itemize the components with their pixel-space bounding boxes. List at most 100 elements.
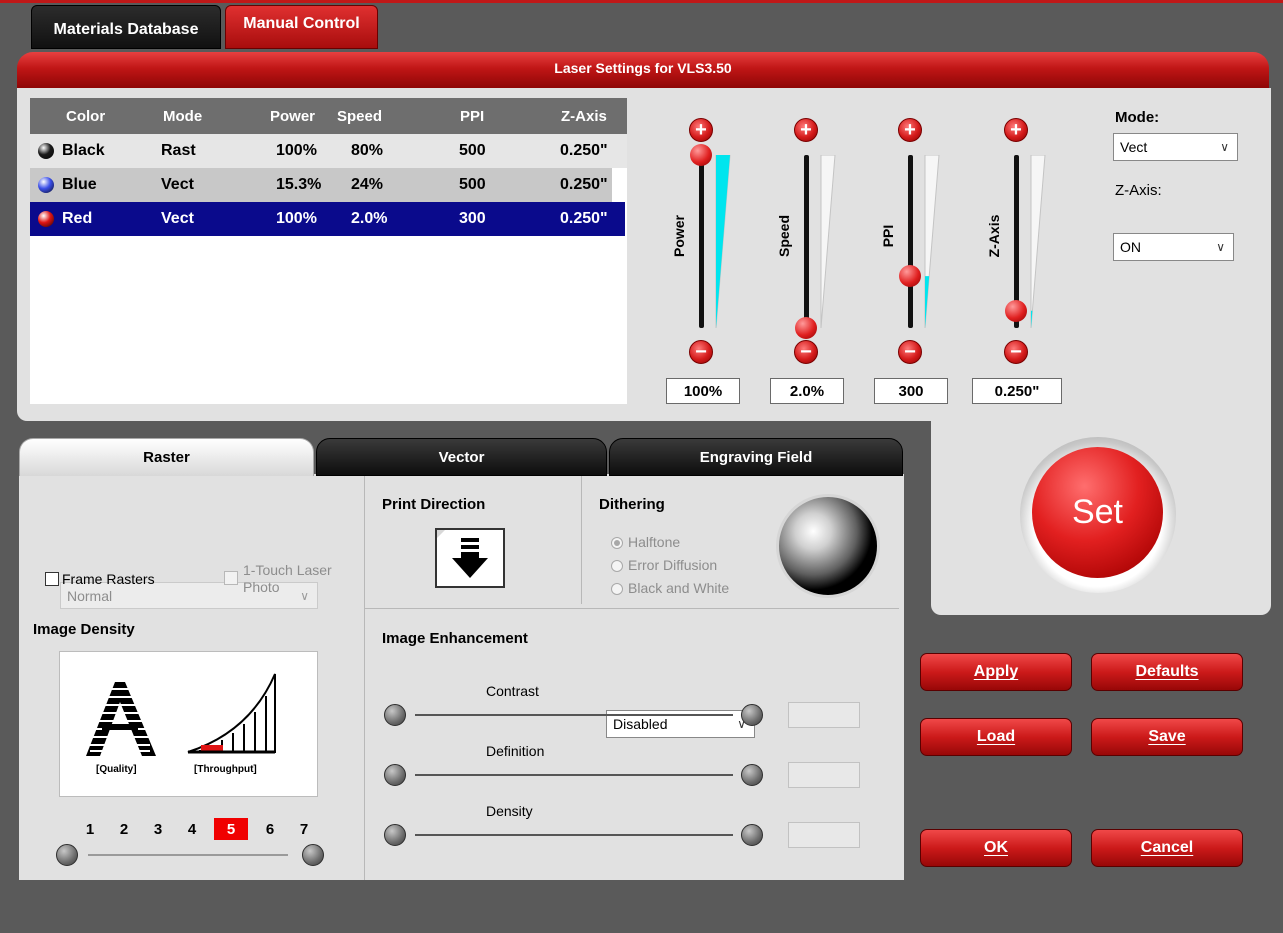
density-step[interactable]: 4	[180, 818, 204, 840]
tab-raster[interactable]: Raster	[19, 438, 314, 476]
power-level-wedge	[715, 154, 731, 333]
color-ball-icon	[38, 143, 54, 159]
load-button[interactable]: Load	[920, 718, 1072, 756]
density-increase-knob[interactable]	[741, 824, 763, 846]
row-speed-cell: 2.0%	[351, 210, 388, 227]
zaxis-slider-knob[interactable]	[1005, 299, 1027, 322]
zaxis-select[interactable]: ON ∨	[1113, 233, 1234, 261]
throughput-label: [Throughput]	[194, 764, 257, 775]
ok-button[interactable]: OK	[920, 829, 1072, 867]
speed-level-indicator	[820, 154, 836, 329]
minus-icon[interactable]: −	[794, 340, 818, 364]
row-color-cell: Black	[38, 134, 105, 168]
mode-select[interactable]: Vect ∨	[1113, 133, 1238, 161]
row-color-cell: Blue	[38, 168, 97, 202]
apply-button[interactable]: Apply	[920, 653, 1072, 691]
density-step[interactable]: 2	[112, 818, 136, 840]
row-color-cell: Red	[38, 202, 92, 236]
power-slider-track[interactable]	[699, 155, 704, 328]
minus-icon[interactable]: −	[1004, 340, 1028, 364]
table-row[interactable]: Red Vect 100% 2.0% 300 0.250"	[30, 202, 625, 236]
image-enhancement-label: Image Enhancement	[382, 630, 528, 647]
power-slider-label: Power	[671, 215, 687, 258]
table-row[interactable]: Blue Vect 15.3% 24% 500 0.250"	[30, 168, 612, 202]
speed-slider-track[interactable]	[804, 155, 809, 328]
dithering-label: Dithering	[599, 496, 665, 513]
tab-materials-database[interactable]: Materials Database	[31, 5, 221, 49]
density-decrease-knob[interactable]	[56, 844, 78, 866]
set-button[interactable]: Set	[1032, 447, 1163, 578]
speed-value-box[interactable]: 2.0%	[770, 378, 844, 404]
density-step[interactable]: 1	[78, 818, 102, 840]
header-mode: Mode	[163, 107, 203, 125]
dithering-option[interactable]: Error Diffusion	[611, 554, 729, 577]
ppi-value-box[interactable]: 300	[874, 378, 948, 404]
header-color: Color	[66, 107, 106, 125]
divider	[364, 476, 365, 880]
raster-type-value: Normal	[67, 587, 113, 604]
save-button[interactable]: Save	[1091, 718, 1243, 756]
row-zaxis-cell: 0.250"	[560, 176, 608, 193]
contrast-label: Contrast	[486, 683, 539, 699]
tab-manual-control[interactable]: Manual Control	[225, 5, 378, 49]
tab-vector[interactable]: Vector	[316, 438, 607, 476]
zaxis-value: ON	[1120, 239, 1141, 255]
contrast-decrease-knob[interactable]	[384, 704, 406, 726]
plus-icon[interactable]: +	[794, 118, 818, 142]
image-enhancement-value: Disabled	[613, 716, 668, 732]
print-direction-button[interactable]	[435, 528, 505, 588]
one-touch-label: 1-Touch Laser Photo	[243, 562, 332, 596]
density-step[interactable]: 7	[292, 818, 316, 840]
minus-icon[interactable]: −	[898, 340, 922, 364]
speed-slider-knob[interactable]	[795, 317, 817, 339]
density-increase-knob[interactable]	[302, 844, 324, 866]
dithering-option[interactable]: Halftone	[611, 531, 729, 554]
dithering-option-label: Error Diffusion	[628, 557, 718, 573]
row-ppi-cell: 500	[459, 176, 486, 193]
contrast-increase-knob[interactable]	[741, 704, 763, 726]
tab-engraving-field[interactable]: Engraving Field	[609, 438, 903, 476]
plus-icon[interactable]: +	[898, 118, 922, 142]
ppi-slider-label: PPI	[880, 224, 896, 248]
one-touch-checkbox[interactable]	[224, 571, 238, 585]
divider	[581, 476, 582, 604]
ppi-slider-knob[interactable]	[899, 265, 921, 288]
minus-icon[interactable]: −	[689, 340, 713, 364]
plus-icon[interactable]: +	[1004, 118, 1028, 142]
row-mode-cell: Vect	[161, 210, 194, 227]
defaults-button[interactable]: Defaults	[1091, 653, 1243, 691]
zaxis-level-wedge	[1030, 154, 1046, 333]
density-step[interactable]: 5	[214, 818, 248, 840]
power-value-box[interactable]: 100%	[666, 378, 740, 404]
density-step[interactable]: 6	[258, 818, 282, 840]
plus-icon[interactable]: +	[689, 118, 713, 142]
dithering-option[interactable]: Black and White	[611, 577, 729, 600]
definition-slider-track[interactable]	[415, 774, 733, 776]
definition-increase-knob[interactable]	[741, 764, 763, 786]
header-zaxis: Z-Axis	[561, 107, 607, 125]
image-density-label: Image Density	[33, 621, 135, 638]
contrast-value-box[interactable]	[788, 702, 860, 728]
color-ball-icon	[38, 211, 54, 227]
density-track[interactable]	[88, 854, 288, 856]
table-row[interactable]: Black Rast 100% 80% 500 0.250"	[30, 134, 627, 168]
density-step[interactable]: 3	[146, 818, 170, 840]
zaxis-value-box[interactable]: 0.250"	[972, 378, 1062, 404]
density-slider-track[interactable]	[415, 834, 733, 836]
arrow-down-icon	[437, 530, 488, 578]
mode-value: Vect	[1120, 139, 1148, 155]
density-value-box[interactable]	[788, 822, 860, 848]
cancel-button[interactable]: Cancel	[1091, 829, 1243, 867]
row-color-name: Red	[62, 210, 93, 227]
power-slider-knob[interactable]	[690, 144, 712, 166]
ppi-slider-track[interactable]	[908, 155, 913, 328]
contrast-slider-track[interactable]	[415, 714, 733, 716]
ppi-level-wedge	[924, 154, 940, 333]
frame-rasters-checkbox[interactable]: Frame Rasters	[45, 571, 155, 587]
density-scale: 1234567	[78, 818, 316, 840]
table-header: Color Mode Power Speed PPI Z-Axis	[30, 98, 627, 134]
density-decrease-knob[interactable]	[384, 824, 406, 846]
definition-decrease-knob[interactable]	[384, 764, 406, 786]
definition-value-box[interactable]	[788, 762, 860, 788]
speed-slider-label: Speed	[776, 215, 792, 258]
